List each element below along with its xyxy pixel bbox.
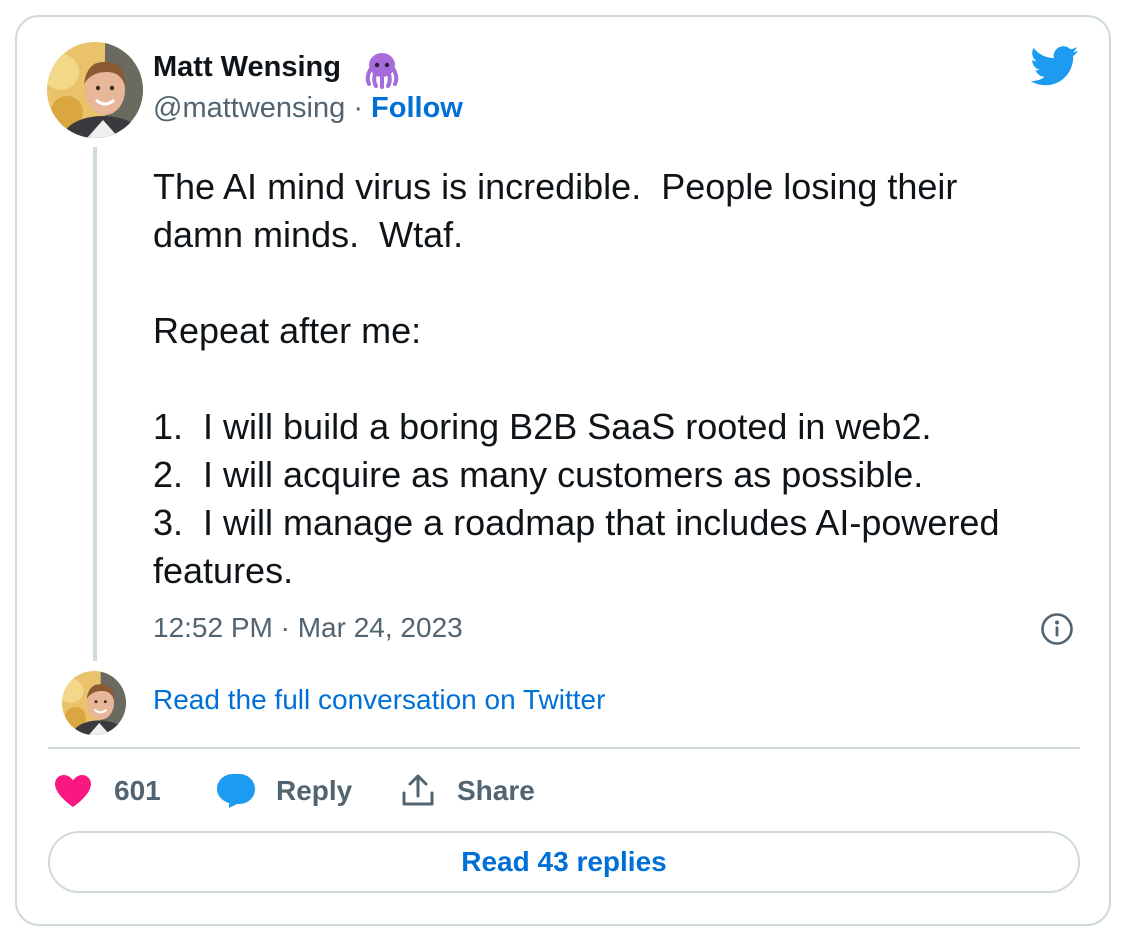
author-avatar[interactable]: [47, 42, 143, 138]
read-replies-button[interactable]: Read 43 replies: [48, 831, 1080, 893]
reply-label: Reply: [276, 775, 353, 806]
share-label: Share: [457, 775, 535, 806]
speech-bubble-icon: [217, 774, 255, 808]
author-name[interactable]: Matt Wensing: [153, 51, 341, 84]
tweet-timestamp[interactable]: 12:52 PM · Mar 24, 2023: [153, 612, 463, 644]
follow-link[interactable]: Follow: [371, 92, 463, 124]
octopus-icon: [365, 53, 399, 89]
share-upload-icon: [402, 774, 434, 806]
handle-row: @mattwensing · Follow: [153, 92, 463, 125]
reply-button[interactable]: Reply: [216, 772, 352, 810]
author-handle[interactable]: @mattwensing: [153, 92, 345, 124]
read-full-conversation-link[interactable]: Read the full conversation on Twitter: [153, 684, 605, 716]
thread-line: [93, 147, 97, 661]
share-button[interactable]: Share: [400, 772, 535, 810]
heart-icon: [55, 775, 91, 807]
info-icon[interactable]: [1040, 612, 1074, 646]
handle-separator: ·: [353, 92, 363, 124]
like-button[interactable]: 601: [54, 772, 161, 810]
like-count: 601: [114, 775, 161, 806]
conversation-avatar[interactable]: [62, 671, 126, 735]
divider: [48, 747, 1080, 749]
tweet-text: The AI mind virus is incredible. People …: [153, 166, 1000, 591]
twitter-logo-icon[interactable]: [1031, 46, 1079, 86]
